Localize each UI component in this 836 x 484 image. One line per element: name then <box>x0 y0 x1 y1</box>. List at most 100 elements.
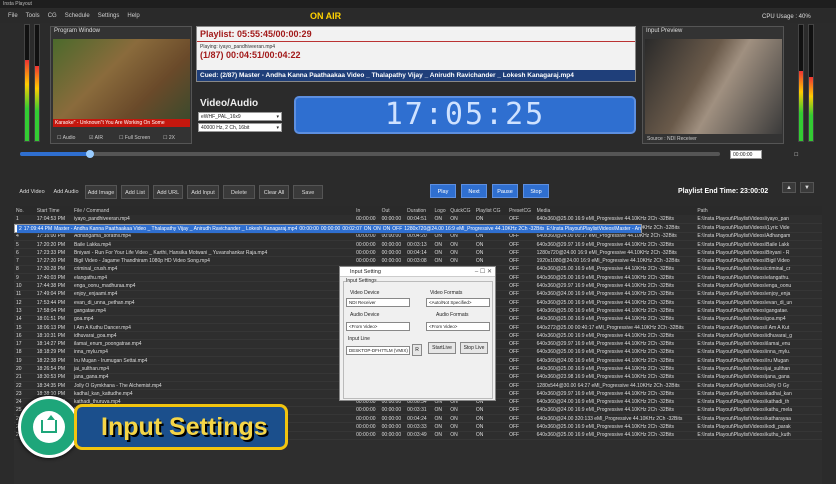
clear-all-button[interactable]: Clear All <box>259 185 289 199</box>
column-header[interactable]: Duration <box>405 206 433 215</box>
progress-slider[interactable] <box>20 150 720 158</box>
table-row[interactable]: 5 17:20:20 PM Baile Lakka.mp4 00:00:00 00:00… <box>14 240 822 250</box>
vu-meter-right-1 <box>798 24 804 142</box>
time-box[interactable]: 00:00:00 <box>730 150 762 159</box>
table-cell: 00:03:31 <box>405 406 433 416</box>
table-cell: kadhal_kan_kattudhe.mp4 <box>71 389 355 399</box>
table-cell: 17:44:38 PM <box>34 281 72 291</box>
column-header[interactable]: In <box>354 206 380 215</box>
table-row[interactable]: 7 17:27:20 PM Bigil Video - Jagame Thandhi… <box>14 256 822 266</box>
table-cell: E:\Insta Playout\PlaylistVideos\evan_di_… <box>695 298 822 308</box>
move-up-icon[interactable]: ▲ <box>782 182 796 193</box>
clock-display: 17:05:25 <box>294 96 636 134</box>
column-header[interactable]: QuickCG <box>448 206 474 215</box>
video-format-select[interactable]: eWHF_PAL_16x9 ▾ <box>198 112 282 121</box>
chevron-down-icon: ▾ <box>276 125 279 131</box>
vu-meter-left-1 <box>24 24 30 142</box>
pause-button[interactable]: Pause <box>492 184 518 198</box>
close-icon[interactable]: ✕ <box>487 269 492 275</box>
table-cell: ON <box>432 248 449 258</box>
checkbox-air[interactable]: ☑ AIR <box>89 135 103 141</box>
checkbox-icon[interactable]: ☐ <box>794 152 798 158</box>
column-header[interactable]: Path <box>695 206 822 215</box>
table-cell: 17 <box>14 339 35 349</box>
audio-formats-select[interactable]: <From Video> <box>426 322 490 331</box>
table-cell: 1280x720@24.00 16:9 eMl_Progressive 44.1… <box>534 248 696 258</box>
column-header[interactable]: Media <box>534 206 696 215</box>
playlist-end-time: Playlist End Time: 23:00:02 <box>678 188 769 195</box>
table-cell: 00:00:00 <box>379 431 406 441</box>
video-audio-title: Video/Audio <box>200 98 259 109</box>
audio-device-select[interactable]: <From Video> <box>346 322 410 331</box>
menu-cg[interactable]: CG <box>48 13 57 19</box>
menu-file[interactable]: File <box>8 13 18 19</box>
checkbox-full-screen[interactable]: ☐ Full Screen <box>119 135 150 141</box>
audio-format-select[interactable]: 40000 Hz, 2 Ch, 16bit ▾ <box>198 123 282 132</box>
table-cell: ON <box>448 431 474 441</box>
table-cell: 00:00:00 <box>354 248 380 258</box>
checkbox-audio[interactable]: ☐ Audio <box>57 135 75 141</box>
table-row[interactable]: 2 17:09:44 PM Master - Andha Kanna Paathaa… <box>14 223 642 234</box>
menu-settings[interactable]: Settings <box>98 13 120 19</box>
column-header[interactable]: Playlist CG <box>473 206 508 215</box>
table-cell: 00:00:00 <box>354 215 380 224</box>
app-window: Insta Playout File Tools CG Schedule Set… <box>0 0 836 484</box>
table-row[interactable]: 1 17:04:53 PM iyayo_pandhiveeran.mp4 00:00:… <box>14 215 822 224</box>
add-video-button[interactable]: Add Video <box>17 185 47 199</box>
column-header[interactable]: PresetCG <box>507 206 535 215</box>
column-header[interactable]: Start Time <box>34 206 72 215</box>
minimize-icon[interactable]: – <box>475 269 478 275</box>
column-header[interactable]: No. <box>14 206 35 215</box>
save-button[interactable]: Save <box>293 185 323 199</box>
add-list-button[interactable]: Add List <box>121 185 149 199</box>
table-cell: E:\Insta Playout\PlaylistVideos\Bigil Vi… <box>695 256 822 266</box>
column-header[interactable]: Out <box>379 206 406 215</box>
table-cell: 1920x1080@24.00 16:9 eMl_Progressive 44.… <box>534 256 696 266</box>
checkbox-2x[interactable]: ☐ 2X <box>163 135 175 141</box>
move-down-icon[interactable]: ▼ <box>800 182 814 193</box>
menu-schedule[interactable]: Schedule <box>65 13 90 19</box>
video-device-select[interactable]: NDI Receiver <box>346 298 410 307</box>
column-header[interactable]: File / Command <box>71 206 355 215</box>
table-cell: 17:20:20 PM <box>34 240 72 250</box>
delete-button[interactable]: Delete <box>223 185 255 199</box>
add-input-button[interactable]: Add Input <box>187 185 219 199</box>
menu-tools[interactable]: Tools <box>26 13 40 19</box>
stop-live-button[interactable]: Stop Live <box>460 342 488 354</box>
add-image-button[interactable]: Add Image <box>85 185 117 199</box>
menu-help[interactable]: Help <box>127 13 139 19</box>
maximize-icon[interactable]: ☐ <box>480 269 485 275</box>
table-cell: 17:09:44 PM <box>21 224 53 234</box>
table-cell: OFF <box>507 389 535 399</box>
start-live-button[interactable]: StartLive <box>428 342 456 354</box>
add-url-button[interactable]: Add URL <box>153 185 183 199</box>
table-cell: 00:03:13 <box>405 240 433 250</box>
add-audio-button[interactable]: Add Audio <box>51 185 81 199</box>
table-cell: 18:06:13 PM <box>34 323 72 333</box>
table-cell: Iru Mugan - Irumugan Settai.mp4 <box>71 356 355 366</box>
table-cell: E:\Insta Playout\PlaylistVideos\kodi_par… <box>695 422 822 432</box>
table-cell: 00:00:00 <box>318 224 341 234</box>
table-row[interactable]: 6 17:23:33 PM Bniyani - Run For Your Life … <box>14 248 822 258</box>
input-line-select[interactable]: DESKTOP-DFH7TLM (VMIX) <box>346 346 410 355</box>
table-cell: 2 <box>17 224 22 234</box>
play-button[interactable]: Play <box>430 184 456 198</box>
next-button[interactable]: Next <box>461 184 487 198</box>
progress-knob[interactable] <box>86 150 94 158</box>
table-cell: 00:00:00 <box>354 431 380 441</box>
table-cell: 18:34:35 PM <box>34 381 72 391</box>
table-cell: 640x360@24.00 16:9 eMl_Progressive 44.10… <box>534 406 696 416</box>
window-controls: – ☐ ✕ <box>475 268 492 275</box>
table-cell: 00:02:07 <box>340 224 362 234</box>
table-cell: 00:00:00 <box>379 414 406 424</box>
refresh-button[interactable]: R <box>412 344 422 356</box>
video-formats-select[interactable]: <Auto/Not Specified> <box>426 298 490 307</box>
table-cell: OFF <box>507 398 535 407</box>
table-cell: E:\Insta Playout\PlaylistVideos\jai_sult… <box>695 364 822 374</box>
column-header[interactable]: Logo <box>432 206 449 215</box>
stop-button[interactable]: Stop <box>523 184 549 198</box>
table-cell: E:\Insta Playout\PlaylistVideos\kathu_me… <box>695 406 822 416</box>
table-cell: Master - Andha Kanna Paathaakaa Video _ … <box>52 224 298 234</box>
table-cell: ON <box>432 240 449 250</box>
table-cell: E:\Insta Playout\PlaylistVideos\ilamai_e… <box>695 339 822 349</box>
